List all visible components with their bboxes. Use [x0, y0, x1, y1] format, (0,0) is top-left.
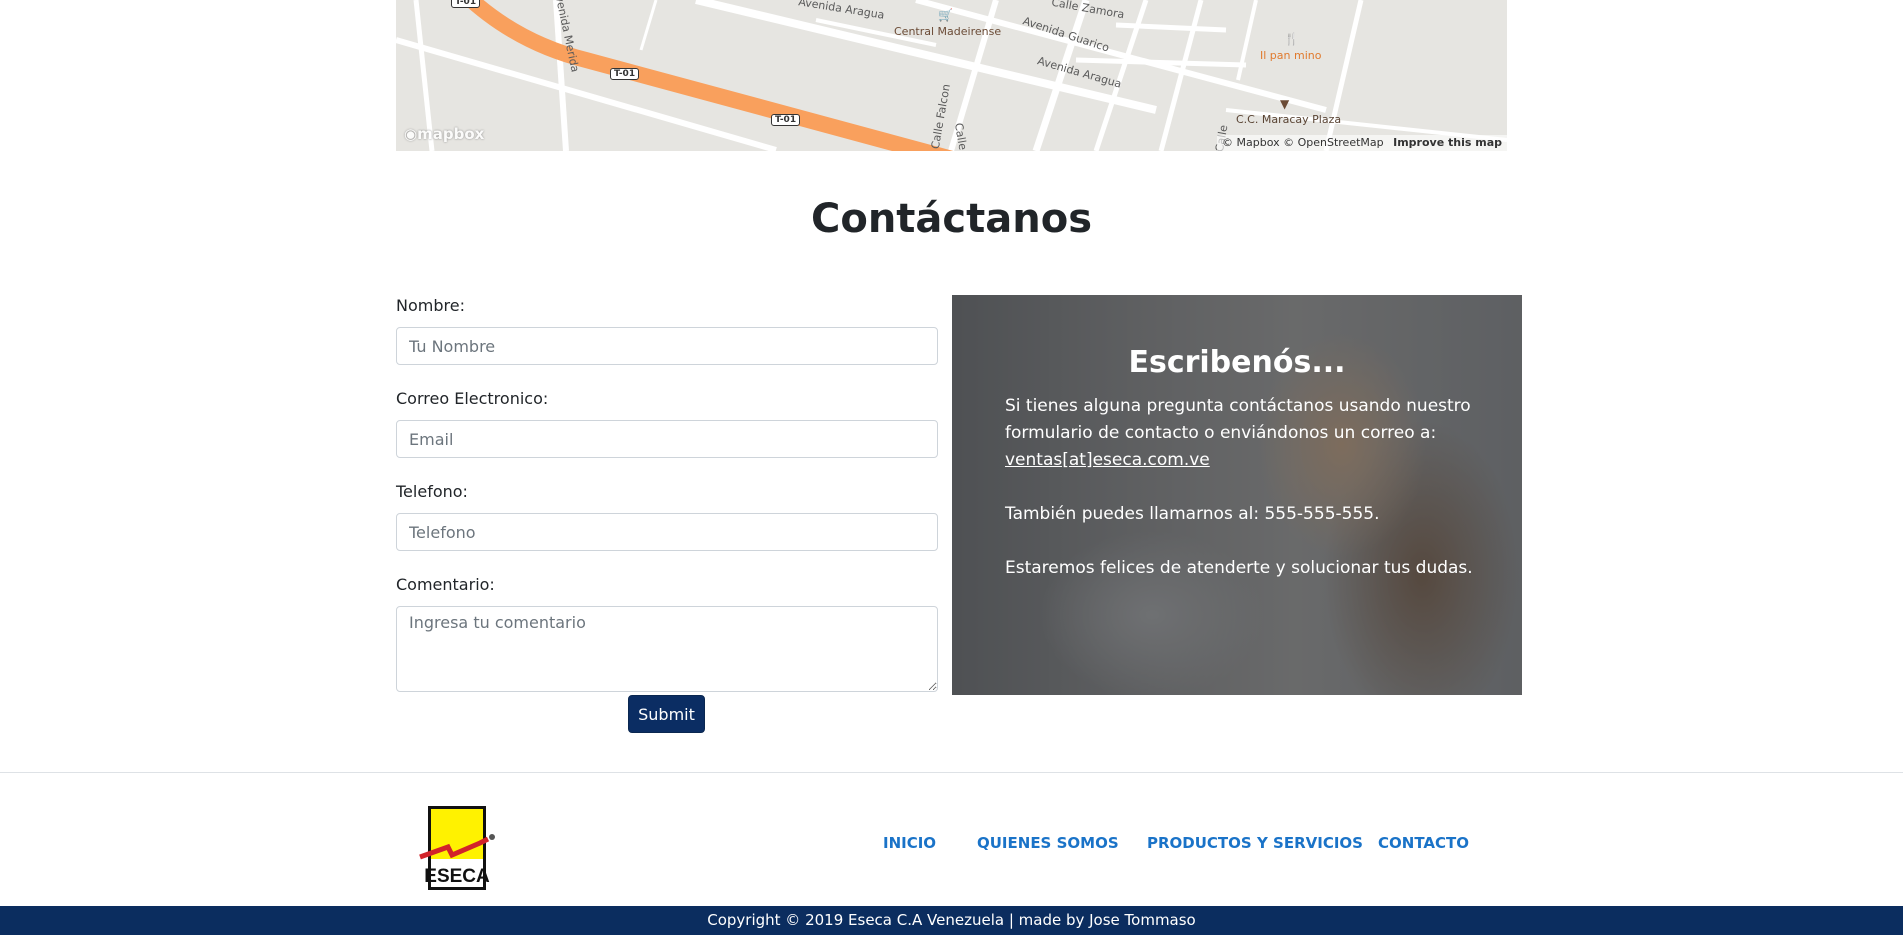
map-attribution: © Mapbox © OpenStreetMap Improve this ma… [1217, 135, 1507, 151]
email-link[interactable]: ventas[at]eseca.com.ve [1005, 450, 1210, 470]
poi-label: Il pan mino [1260, 49, 1322, 62]
name-input[interactable] [396, 327, 938, 365]
mapbox-icon: ◉ [404, 125, 418, 143]
nav-link-inicio[interactable]: INICIO [883, 834, 936, 852]
shop-icon: 🛒 [938, 8, 953, 22]
email-input[interactable] [396, 420, 938, 458]
page-title: Contáctanos [810, 196, 1092, 242]
submit-button[interactable]: Submit [628, 695, 705, 733]
phone-label: Telefono: [396, 482, 468, 501]
improve-map-link[interactable]: Improve this map [1393, 136, 1502, 149]
logo-text: ESECA [424, 866, 490, 887]
comment-textarea[interactable] [396, 606, 938, 692]
nav-link-productos-servicios[interactable]: PRODUCTOS Y SERVICIOS [1147, 834, 1363, 852]
panel-paragraph: Si tienes alguna pregunta contáctanos us… [1005, 396, 1471, 470]
panel-paragraph: Estaremos felices de atenderte y solucio… [1005, 558, 1473, 578]
copyright-bar: Copyright © 2019 Eseca C.A Venezuela | m… [0, 906, 1903, 935]
eseca-logo-graphic: ESECA [419, 806, 495, 890]
mapbox-logo[interactable]: ◉mapbox [404, 125, 484, 143]
comment-label: Comentario: [396, 575, 495, 594]
poi-label: Central Madeirense [894, 25, 1002, 38]
email-label: Correo Electronico: [396, 389, 549, 408]
poi-label: C.C. Maracay Plaza [1236, 113, 1342, 126]
eseca-logo[interactable]: ESECA [418, 803, 506, 893]
panel-paragraph: También puedes llamarnos al: 555-555-555… [1005, 504, 1380, 524]
restaurant-icon: 🍴 [1284, 32, 1299, 46]
panel-text: Si tienes alguna pregunta contáctanos us… [1005, 393, 1475, 609]
nav-link-quienes-somos[interactable]: QUIENES SOMOS [977, 834, 1119, 852]
panel-title: Escribenós... [1128, 345, 1346, 380]
shopping-basket-icon: ▼ [1280, 97, 1290, 111]
contact-form: Nombre: Correo Electronico: Telefono: Co… [396, 294, 938, 692]
nav-link-contacto[interactable]: CONTACTO [1378, 834, 1469, 852]
footer-divider [0, 772, 1903, 773]
road-shield: T-01 [771, 114, 801, 126]
attribution-text[interactable]: © Mapbox © OpenStreetMap [1222, 136, 1384, 149]
road-shield: T-01 [610, 68, 640, 80]
road-shield: T-01 [451, 0, 481, 8]
map[interactable]: Avenida Aragua Calle Zamora Avenida Guar… [396, 0, 1507, 151]
phone-input[interactable] [396, 513, 938, 551]
contact-info-panel: Escribenós... Si tienes alguna pregunta … [952, 295, 1522, 695]
name-label: Nombre: [396, 296, 465, 315]
